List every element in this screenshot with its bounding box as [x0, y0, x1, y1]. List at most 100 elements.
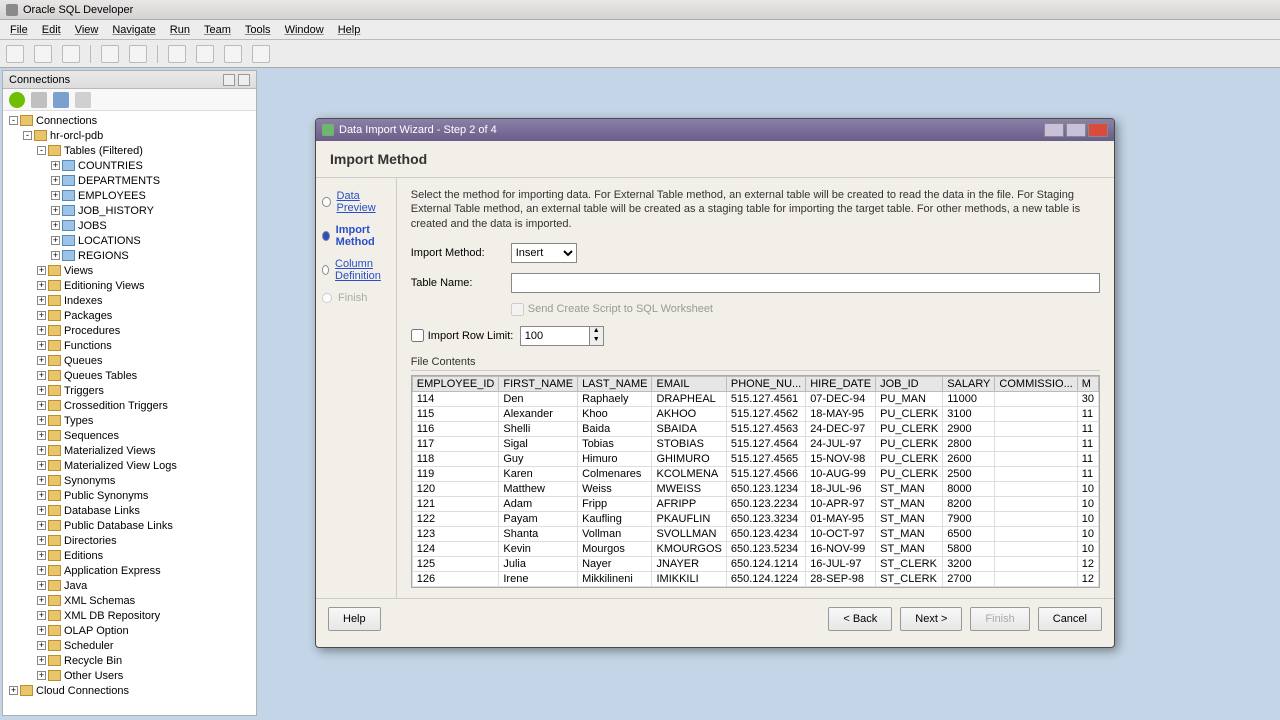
row-limit-input[interactable] [520, 326, 590, 346]
preview-table-wrap[interactable]: EMPLOYEE_IDFIRST_NAMELAST_NAMEEMAILPHONE… [411, 375, 1100, 588]
step-column-definition[interactable]: Column Definition [322, 258, 390, 282]
next-button[interactable]: Next > [900, 607, 962, 631]
table-row[interactable]: 122PayamKauflingPKAUFLIN650.123.323401-M… [412, 511, 1098, 526]
col-header[interactable]: HIRE_DATE [806, 376, 876, 391]
col-header[interactable]: SALARY [943, 376, 995, 391]
tree-public-synonyms[interactable]: +Public Synonyms [5, 488, 254, 503]
toolbar-run-icon[interactable] [168, 45, 186, 63]
tree-recycle-bin[interactable]: +Recycle Bin [5, 653, 254, 668]
menu-view[interactable]: View [69, 22, 105, 38]
menu-run[interactable]: Run [164, 22, 196, 38]
tree-sequences[interactable]: +Sequences [5, 428, 254, 443]
add-connection-icon[interactable] [9, 92, 25, 108]
menu-file[interactable]: File [4, 22, 34, 38]
toolbar-undo-icon[interactable] [101, 45, 119, 63]
menu-edit[interactable]: Edit [36, 22, 67, 38]
col-header[interactable]: JOB_ID [876, 376, 943, 391]
tree-synonyms[interactable]: +Synonyms [5, 473, 254, 488]
tree-scheduler[interactable]: +Scheduler [5, 638, 254, 653]
tree-xml-schemas[interactable]: +XML Schemas [5, 593, 254, 608]
table-row[interactable]: 114DenRaphaelyDRAPHEAL515.127.456107-DEC… [412, 391, 1098, 406]
col-header[interactable]: LAST_NAME [578, 376, 652, 391]
table-row[interactable]: 119KarenColmenaresKCOLMENA515.127.456610… [412, 466, 1098, 481]
tree-editioning-views[interactable]: +Editioning Views [5, 278, 254, 293]
row-limit-spinner[interactable]: ▲▼ [590, 326, 604, 346]
menu-team[interactable]: Team [198, 22, 237, 38]
dialog-minimize-icon[interactable] [1044, 123, 1064, 137]
tree-table-employees[interactable]: +EMPLOYEES [5, 188, 254, 203]
tree-database-links[interactable]: +Database Links [5, 503, 254, 518]
toolbar-debug-icon[interactable] [196, 45, 214, 63]
table-row[interactable]: 118GuyHimuroGHIMURO515.127.456515-NOV-98… [412, 451, 1098, 466]
col-header[interactable]: FIRST_NAME [499, 376, 578, 391]
tree-functions[interactable]: +Functions [5, 338, 254, 353]
tree-table-regions[interactable]: +REGIONS [5, 248, 254, 263]
tree-triggers[interactable]: +Triggers [5, 383, 254, 398]
menu-window[interactable]: Window [279, 22, 330, 38]
tree-packages[interactable]: +Packages [5, 308, 254, 323]
toolbar-save-icon[interactable] [62, 45, 80, 63]
dialog-titlebar[interactable]: Data Import Wizard - Step 2 of 4 [316, 119, 1114, 141]
table-row[interactable]: 116ShelliBaidaSBAIDA515.127.456324-DEC-9… [412, 421, 1098, 436]
tree-editions[interactable]: +Editions [5, 548, 254, 563]
table-row[interactable]: 127JamesLandryJLANDRY650.124.133414-JAN-… [412, 586, 1098, 588]
tree-olap-option[interactable]: +OLAP Option [5, 623, 254, 638]
tree-materialized-view-logs[interactable]: +Materialized View Logs [5, 458, 254, 473]
col-header[interactable]: EMPLOYEE_ID [412, 376, 499, 391]
row-limit-checkbox[interactable] [411, 329, 424, 342]
dialog-maximize-icon[interactable] [1066, 123, 1086, 137]
tree-types[interactable]: +Types [5, 413, 254, 428]
tree-xml-db-repository[interactable]: +XML DB Repository [5, 608, 254, 623]
tree-public-database-links[interactable]: +Public Database Links [5, 518, 254, 533]
table-row[interactable]: 124KevinMourgosKMOURGOS650.123.523416-NO… [412, 541, 1098, 556]
tree-materialized-views[interactable]: +Materialized Views [5, 443, 254, 458]
menu-navigate[interactable]: Navigate [106, 22, 161, 38]
tree-table-departments[interactable]: +DEPARTMENTS [5, 173, 254, 188]
table-row[interactable]: 115AlexanderKhooAKHOO515.127.456218-MAY-… [412, 406, 1098, 421]
tree-other-users[interactable]: +Other Users [5, 668, 254, 683]
tree-cloud[interactable]: +Cloud Connections [5, 683, 254, 698]
dialog-close-icon[interactable] [1088, 123, 1108, 137]
toolbar-redo-icon[interactable] [129, 45, 147, 63]
table-name-input[interactable] [511, 273, 1100, 293]
tree-table-locations[interactable]: +LOCATIONS [5, 233, 254, 248]
filter-icon[interactable] [53, 92, 69, 108]
tree-indexes[interactable]: +Indexes [5, 293, 254, 308]
menu-help[interactable]: Help [332, 22, 367, 38]
toolbar-open-icon[interactable] [34, 45, 52, 63]
table-row[interactable]: 123ShantaVollmanSVOLLMAN650.123.423410-O… [412, 526, 1098, 541]
tree-directories[interactable]: +Directories [5, 533, 254, 548]
tree-table-jobs[interactable]: +JOBS [5, 218, 254, 233]
table-row[interactable]: 126IreneMikkilineniIMIKKILI650.124.12242… [412, 571, 1098, 586]
table-row[interactable]: 121AdamFrippAFRIPP650.123.223410-APR-97S… [412, 496, 1098, 511]
col-header[interactable]: EMAIL [652, 376, 726, 391]
col-header[interactable]: PHONE_NU... [726, 376, 805, 391]
toolbar-new-icon[interactable] [6, 45, 24, 63]
menu-tools[interactable]: Tools [239, 22, 277, 38]
tree-procedures[interactable]: +Procedures [5, 323, 254, 338]
tree-table-job_history[interactable]: +JOB_HISTORY [5, 203, 254, 218]
tree-connections[interactable]: -Connections [5, 113, 254, 128]
tree-crossedition-triggers[interactable]: +Crossedition Triggers [5, 398, 254, 413]
help-button[interactable]: Help [328, 607, 381, 631]
tree-queues[interactable]: +Queues [5, 353, 254, 368]
col-header[interactable]: COMMISSIO... [995, 376, 1077, 391]
minimize-icon[interactable] [223, 74, 235, 86]
tree-table-countries[interactable]: +COUNTRIES [5, 158, 254, 173]
refresh-icon[interactable] [31, 92, 47, 108]
tree-queues-tables[interactable]: +Queues Tables [5, 368, 254, 383]
tree-db[interactable]: -hr-orcl-pdb [5, 128, 254, 143]
tree-views[interactable]: +Views [5, 263, 254, 278]
tree-tables[interactable]: -Tables (Filtered) [5, 143, 254, 158]
table-row[interactable]: 125JuliaNayerJNAYER650.124.121416-JUL-97… [412, 556, 1098, 571]
tree-application-express[interactable]: +Application Express [5, 563, 254, 578]
toolbar-commit-icon[interactable] [252, 45, 270, 63]
col-header[interactable]: M [1077, 376, 1098, 391]
back-button[interactable]: < Back [828, 607, 892, 631]
close-icon[interactable] [238, 74, 250, 86]
table-row[interactable]: 117SigalTobiasSTOBIAS515.127.456424-JUL-… [412, 436, 1098, 451]
table-row[interactable]: 120MatthewWeissMWEISS650.123.123418-JUL-… [412, 481, 1098, 496]
step-data-preview[interactable]: Data Preview [322, 190, 390, 214]
import-method-select[interactable]: Insert [511, 243, 577, 263]
find-icon[interactable] [75, 92, 91, 108]
